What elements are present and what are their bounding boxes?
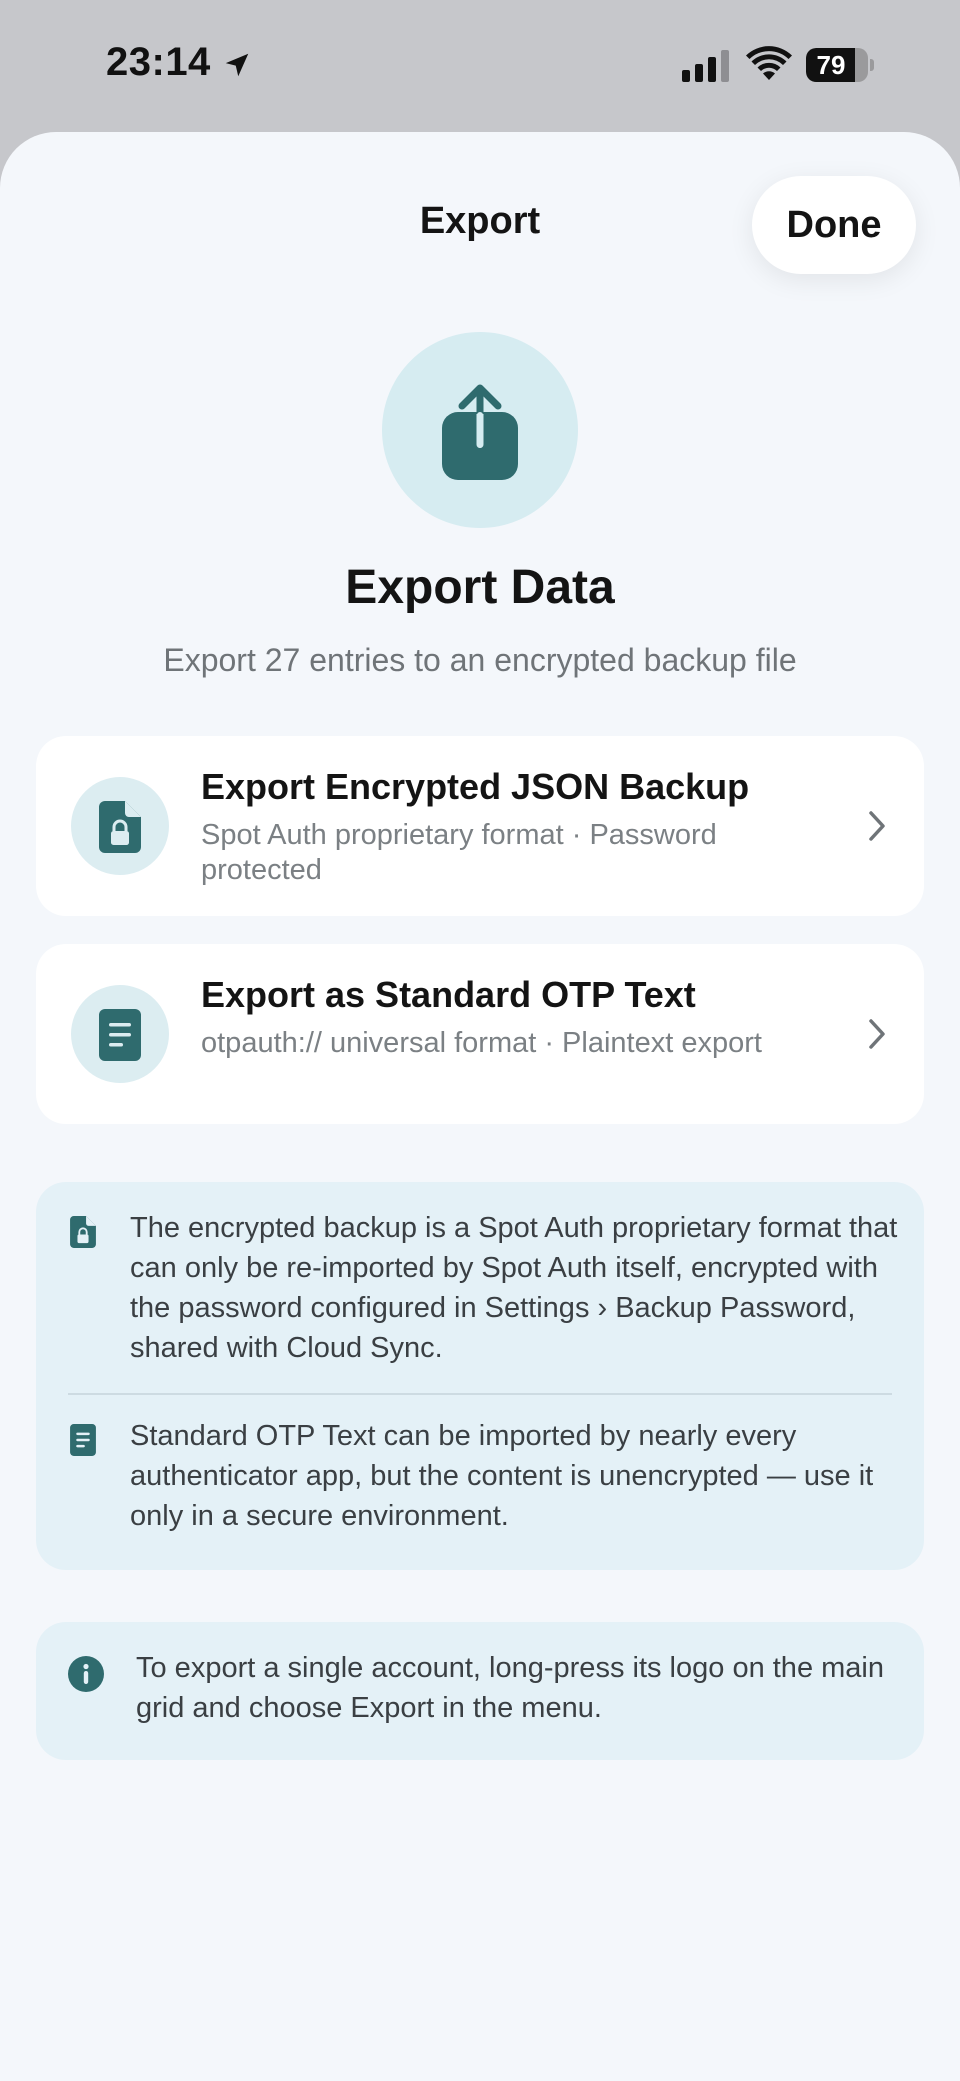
chevron-right-icon — [869, 811, 885, 841]
locked-document-icon — [99, 801, 141, 853]
option-title: Export as Standard OTP Text — [201, 974, 696, 1015]
battery-icon: 79 — [806, 48, 874, 82]
option-subtitle: Spot Auth proprietary format · Password … — [201, 819, 717, 886]
hero-title: Export Data — [345, 561, 615, 614]
option-subtitle: otpauth:// universal format · Plaintext … — [201, 1027, 762, 1059]
option-title: Export Encrypted JSON Backup — [201, 766, 750, 807]
cellular-signal-icon — [682, 50, 729, 82]
format-notes-card: The encrypted backup is a Spot Auth prop… — [36, 1182, 924, 1570]
note-text: The encrypted backup is a Spot Auth prop… — [130, 1212, 898, 1364]
hero-subtitle: Export 27 entries to an encrypted backup… — [163, 642, 797, 678]
option-icon-circle — [71, 777, 169, 875]
info-icon — [68, 1656, 104, 1692]
text-document-icon — [99, 1009, 141, 1061]
export-encrypted-json-option[interactable]: Export Encrypted JSON Backup Spot Auth p… — [36, 736, 924, 916]
share-upload-icon — [442, 384, 518, 480]
export-otp-text-option[interactable]: Export as Standard OTP Text otpauth:// u… — [36, 944, 924, 1124]
chevron-right-icon — [869, 1019, 885, 1049]
divider — [68, 1393, 892, 1395]
tip-text: To export a single account, long-press i… — [136, 1652, 884, 1724]
status-bar: 23:14 79 — [0, 0, 960, 130]
option-icon-circle — [71, 985, 169, 1083]
export-sheet: Export Done Export Data Export 27 entrie… — [0, 132, 960, 2081]
note-text: Standard OTP Text can be imported by nea… — [130, 1420, 874, 1532]
battery-level: 79 — [816, 50, 846, 80]
location-arrow-icon — [225, 53, 249, 77]
single-export-tip-card: To export a single account, long-press i… — [36, 1622, 924, 1760]
hero-icon-circle — [382, 332, 578, 528]
text-document-icon — [70, 1424, 96, 1456]
done-button[interactable]: Done — [752, 176, 916, 274]
status-time: 23:14 — [106, 40, 211, 84]
locked-document-icon — [70, 1216, 96, 1248]
wifi-icon — [746, 46, 792, 80]
